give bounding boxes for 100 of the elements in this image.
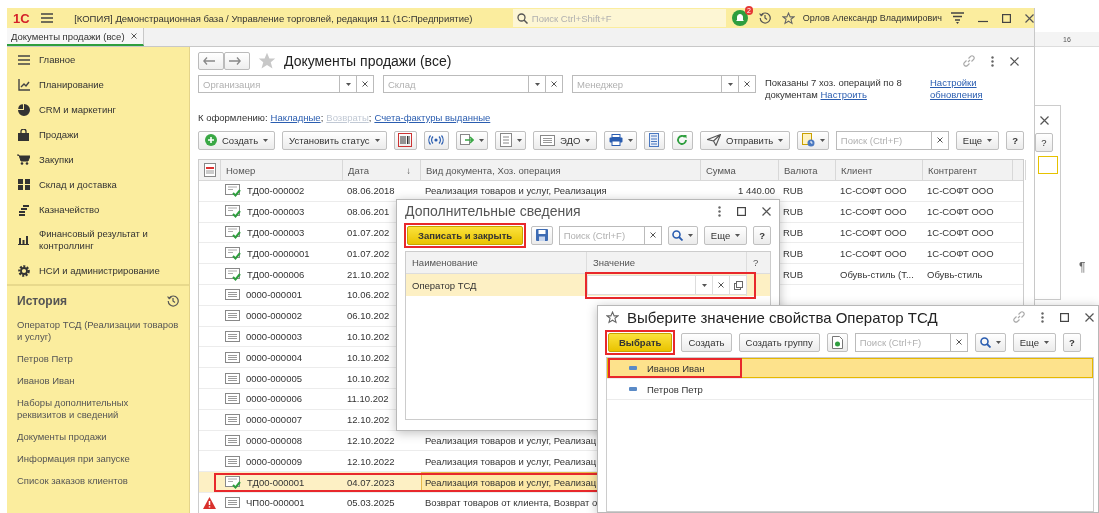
dropdown-button[interactable] [340, 75, 357, 93]
user-name[interactable]: Орлов Александр Владимирович [802, 13, 942, 23]
clear-button[interactable] [357, 75, 374, 93]
search-field[interactable]: Поиск (Ctrl+F) [835, 130, 932, 150]
sidebar-item[interactable]: Главное [7, 47, 189, 72]
list-item[interactable]: Петров Петр [607, 379, 1093, 400]
search-field[interactable]: Поиск (Ctrl+F) [854, 332, 951, 352]
maximize-icon[interactable] [1002, 13, 1011, 23]
toolbar-button[interactable] [393, 130, 417, 150]
primary-button[interactable]: Записать и закрыть [407, 225, 524, 245]
primary-button[interactable]: Выбрать [608, 332, 673, 352]
help-button[interactable]: ? [1063, 332, 1081, 352]
toolbar-button[interactable]: Еще [1012, 332, 1057, 352]
column-header[interactable]: Номер [226, 164, 256, 176]
table-cell: 0000-000001 [246, 289, 302, 301]
toolbar-button[interactable] [797, 130, 829, 150]
toolbar-button[interactable] [531, 225, 553, 245]
close-icon[interactable] [1010, 56, 1019, 66]
toolbar-button[interactable] [671, 130, 694, 150]
search-field[interactable]: Поиск Ctrl+Shift+F [512, 9, 726, 27]
history-link[interactable]: Наборы дополнительных реквизитов и сведений [17, 392, 179, 426]
toolbar-button[interactable] [826, 332, 848, 352]
tab[interactable]: Документы продажи (все) [7, 28, 144, 46]
star-icon[interactable] [606, 310, 619, 324]
column-header[interactable]: Валюта [784, 164, 818, 176]
toolbar-button[interactable]: ЭДО [532, 130, 598, 150]
menu-icon[interactable] [951, 12, 964, 24]
close-icon[interactable] [1040, 116, 1049, 125]
sidebar-item[interactable]: Закупки [7, 147, 189, 172]
history-link[interactable]: Информация при запуске [17, 448, 179, 470]
sidebar-item[interactable]: НСИ и администрирование [7, 258, 189, 283]
column-header[interactable]: Клиент [841, 164, 873, 176]
close-icon[interactable] [762, 206, 771, 216]
sidebar-item[interactable]: Финансовый результат и контроллинг [7, 222, 189, 258]
bell-icon[interactable] [731, 10, 748, 26]
history-link[interactable]: Петров Петр [17, 348, 179, 370]
history-icon[interactable] [167, 295, 179, 307]
toolbar-button[interactable]: Создать [681, 332, 732, 352]
menu-icon[interactable] [41, 13, 54, 23]
open-button[interactable] [730, 275, 747, 295]
maximize-icon[interactable] [737, 206, 746, 216]
toolbar-button[interactable]: Еще [703, 225, 748, 245]
toolbar-button[interactable] [643, 130, 665, 150]
toolbar-button[interactable]: Создать группу [738, 332, 820, 352]
toolbar-button[interactable] [423, 130, 449, 150]
help-button[interactable]: ? [753, 225, 771, 245]
toolbar-button[interactable]: Создать [198, 130, 276, 150]
clear-button[interactable] [739, 75, 756, 93]
filter-field[interactable]: Организация [198, 75, 340, 93]
more-icon[interactable] [1041, 311, 1044, 323]
settings-link[interactable]: Настроить [820, 89, 867, 100]
filter-field[interactable]: Менеджер [572, 75, 722, 93]
sidebar-item[interactable]: Планирование [7, 72, 189, 97]
toolbar-button[interactable]: Отправить [700, 130, 791, 150]
more-icon[interactable] [718, 205, 721, 217]
more-icon[interactable] [991, 55, 994, 67]
refresh-settings-link[interactable]: Настройки обновления [930, 77, 990, 101]
help-button[interactable]: ? [1035, 133, 1053, 152]
filter-field[interactable]: Склад [383, 75, 529, 93]
sidebar-item[interactable]: Склад и доставка [7, 172, 189, 197]
toolbar-button[interactable]: Еще [955, 130, 1000, 150]
caret-icon [688, 233, 694, 237]
dropdown-button[interactable] [529, 75, 546, 93]
column-header[interactable]: Дата [348, 164, 370, 176]
todo-link[interactable]: Накладные [270, 112, 321, 123]
sidebar-item[interactable]: Казначейство [7, 197, 189, 222]
sidebar-item[interactable]: CRM и маркетинг [7, 97, 189, 122]
clear-button[interactable] [713, 275, 730, 295]
dropdown-button[interactable] [722, 75, 739, 93]
star-icon[interactable] [258, 52, 276, 70]
close-icon[interactable] [1025, 13, 1034, 23]
column-header[interactable]: Вид документа, Хоз. операция [426, 164, 561, 176]
clear-button[interactable] [546, 75, 563, 93]
history-icon[interactable] [758, 12, 771, 24]
help-button[interactable]: ? [1006, 130, 1024, 150]
toolbar-button[interactable] [455, 130, 489, 150]
history-link[interactable]: Иванов Иван [17, 370, 179, 392]
sort-arrow[interactable]: ↓ [406, 164, 411, 176]
close-icon[interactable] [1085, 312, 1094, 322]
history-link[interactable]: Оператор ТСД (Реализации товаров и услуг) [17, 314, 179, 348]
history-link[interactable]: Список заказов клиентов [17, 470, 179, 492]
clear-icon[interactable] [130, 33, 137, 39]
toolbar-button[interactable] [604, 130, 637, 150]
star-icon[interactable] [781, 11, 795, 25]
toolbar-button[interactable] [974, 332, 1006, 352]
history-link[interactable]: Документы продажи [17, 426, 179, 448]
column-header[interactable]: Сумма [706, 164, 736, 176]
table-cell: Возврат товаров от клиента, Возврат о [425, 497, 598, 509]
search-field[interactable]: Поиск (Ctrl+F) [558, 225, 645, 245]
value-field[interactable] [587, 275, 696, 295]
todo-link[interactable]: Счета-фактуры выданные [374, 112, 491, 123]
toolbar-button[interactable] [495, 130, 526, 150]
toolbar-button[interactable]: Установить статус [282, 130, 387, 150]
column-header[interactable]: Контрагент [928, 164, 978, 176]
list-item[interactable]: Иванов Иван [607, 358, 1093, 379]
input-field[interactable] [1038, 156, 1058, 174]
maximize-icon[interactable] [1060, 312, 1069, 322]
table-row[interactable]: Оператор ТСД [406, 274, 770, 296]
sidebar-item[interactable]: Продажи [7, 122, 189, 147]
toolbar-button[interactable] [667, 225, 698, 245]
